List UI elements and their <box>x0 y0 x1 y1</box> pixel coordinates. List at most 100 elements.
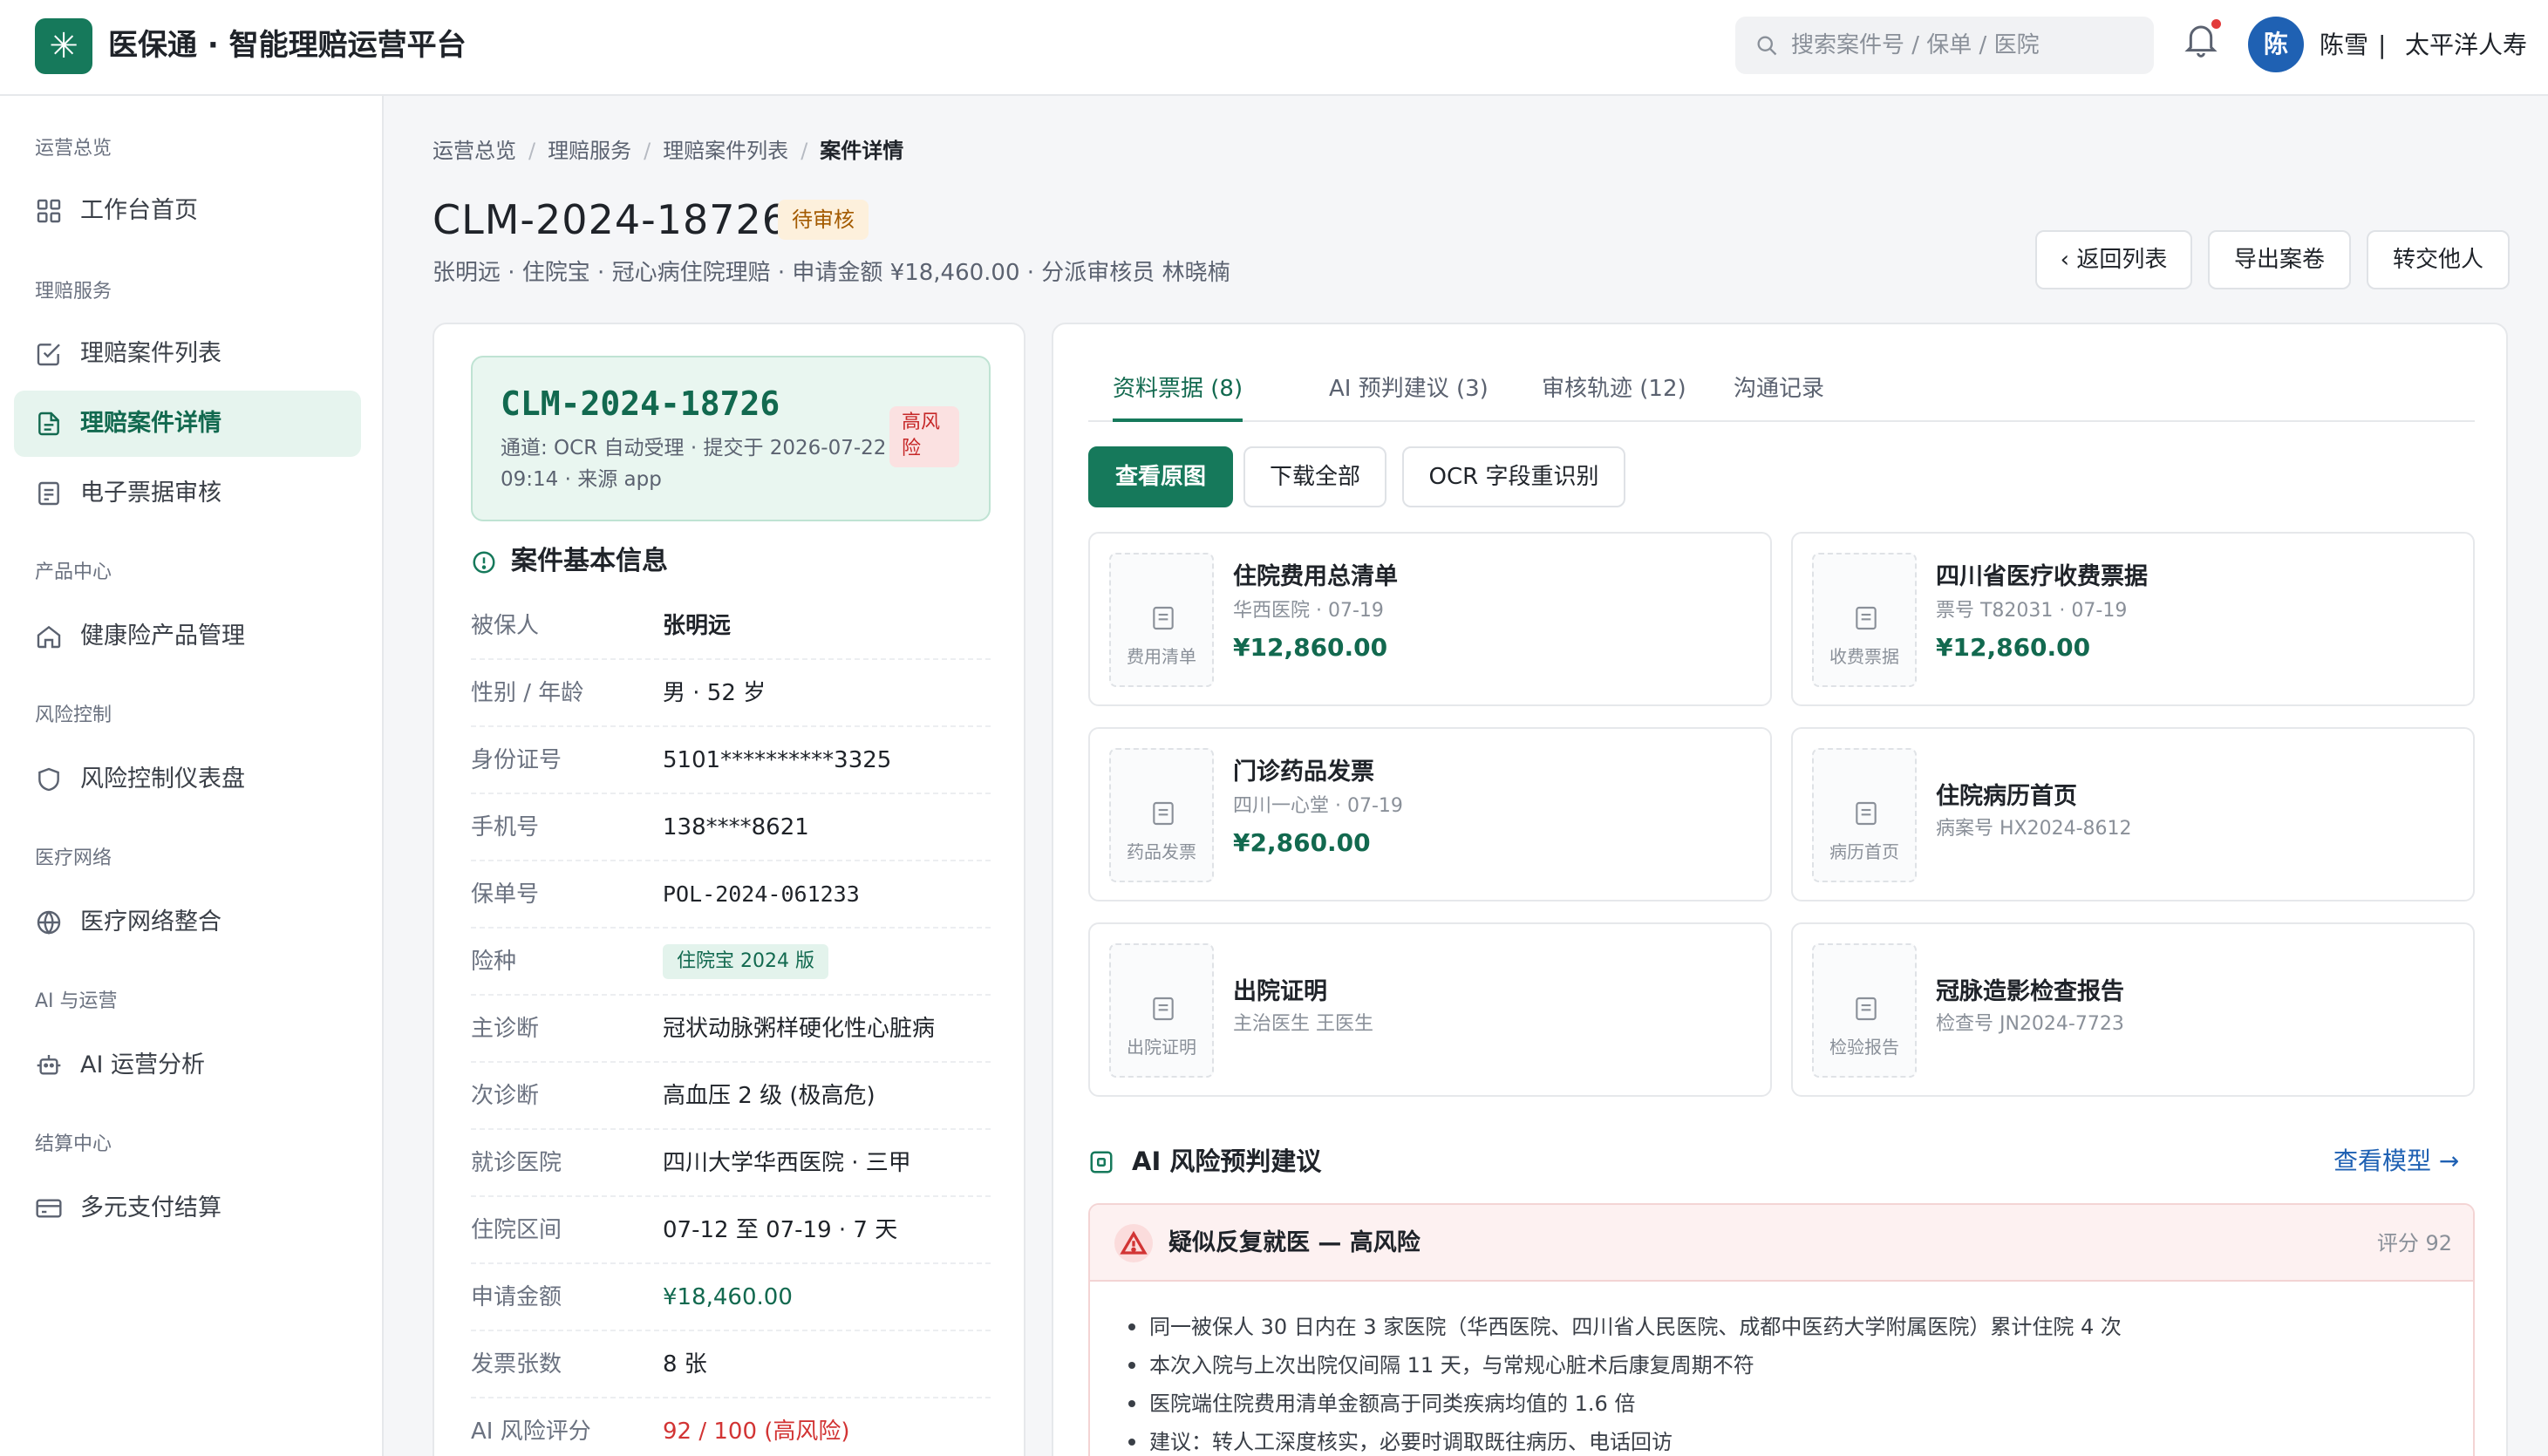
sidebar: 运营总览 工作台首页 理赔服务 理赔案件列表 理赔案件详情 电子票据审核 产品中… <box>0 96 384 1456</box>
sidebar-item-label: 工作台首页 <box>80 197 198 224</box>
info-row-gender-age: 性别 / 年龄 男 · 52 岁 <box>471 660 991 727</box>
ai-section-title: AI 风险预判建议 <box>1132 1146 1322 1176</box>
document-meta: 四川一心堂 · 07-19 <box>1233 795 1403 817</box>
breadcrumb-item[interactable]: 运营总览 <box>433 139 516 163</box>
finding-item: 医院端住院费用清单金额高于同类疾病均值的 1.6 倍 <box>1125 1385 2450 1423</box>
avatar[interactable]: 陈 <box>2248 17 2304 72</box>
checklist-icon <box>37 344 60 366</box>
breadcrumb-item[interactable]: 理赔服务 <box>548 139 631 163</box>
ai-risk-alert: 疑似反复就医 — 高风险 评分 92 同一被保人 30 日内在 3 家医院（华西… <box>1088 1203 2475 1456</box>
search-input[interactable] <box>1791 17 2140 74</box>
breadcrumb: 运营总览 / 理赔服务 / 理赔案件列表 / 案件详情 <box>433 136 903 166</box>
info-value: ¥18,460.00 <box>663 1284 793 1310</box>
document-card[interactable]: 费用清单 住院费用总清单 华西医院 · 07-19 ¥12,860.00 <box>1088 532 1772 706</box>
sidebar-item-payment-settlement[interactable]: 多元支付结算 <box>14 1175 361 1242</box>
sidebar-item-ai-analytics[interactable]: AI 运营分析 <box>14 1032 361 1099</box>
case-summary-box: CLM-2024-18726 通道: OCR 自动受理 · 提交于 2026-0… <box>471 356 991 521</box>
view-original-button[interactable]: 查看原图 <box>1088 446 1233 507</box>
document-card[interactable]: 出院证明 出院证明 主治医生 王医生 <box>1088 922 1772 1097</box>
document-title: 出院证明 <box>1233 978 1327 1005</box>
breadcrumb-separator: / <box>644 139 651 163</box>
info-key: 保单号 <box>471 881 540 908</box>
document-title: 冠脉造影检查报告 <box>1936 978 2124 1005</box>
breadcrumb-item[interactable]: 理赔案件列表 <box>663 139 788 163</box>
user-separator: | <box>2378 31 2387 59</box>
sidebar-group-title: 运营总览 <box>35 138 112 160</box>
document-meta: 主治医生 王医生 <box>1233 1013 1373 1035</box>
info-key: 就诊医院 <box>471 1150 562 1176</box>
thumbnail-label: 病历首页 <box>1829 841 1899 862</box>
tab-documents[interactable]: 资料票据 (8) <box>1113 371 1243 422</box>
document-title: 住院病历首页 <box>1936 783 2077 810</box>
info-key: 申请金额 <box>471 1284 562 1310</box>
info-value: 张明远 <box>663 613 732 639</box>
warning-icon <box>1114 1224 1153 1262</box>
info-key: 次诊断 <box>471 1083 540 1109</box>
document-amount: ¥12,860.00 <box>1936 633 2091 662</box>
breadcrumb-separator: / <box>528 139 536 163</box>
document-meta: 病案号 HX2024-8612 <box>1936 818 2132 840</box>
info-value: 高血压 2 级 (极高危) <box>663 1083 875 1109</box>
sidebar-group-title: 产品中心 <box>35 561 112 583</box>
ocr-reidentify-button[interactable]: OCR 字段重识别 <box>1402 446 1625 507</box>
info-key: 性别 / 年龄 <box>471 680 584 706</box>
info-row-invoice-count: 发票张数 8 张 <box>471 1331 991 1398</box>
tab-audit-trail[interactable]: 审核轨迹 (12) <box>1542 371 1686 422</box>
thumbnail-label: 检验报告 <box>1829 1037 1899 1058</box>
info-icon <box>473 551 495 574</box>
sidebar-item-label: 理赔案件列表 <box>80 340 221 367</box>
user-organization: 太平洋人寿 <box>2405 31 2528 59</box>
app-title: 医保通 · 智能理赔运营平台 <box>108 28 467 63</box>
info-row-phone: 手机号 138****8621 <box>471 794 991 861</box>
export-case-button[interactable]: 导出案卷 <box>2208 230 2351 289</box>
status-badge: 待审核 <box>778 200 869 240</box>
tab-communication[interactable]: 沟通记录 <box>1734 371 1824 422</box>
document-thumbnail: 收费票据 <box>1812 553 1917 687</box>
document-meta: 票号 T82031 · 07-19 <box>1936 600 2128 622</box>
user-name[interactable]: 陈雪 <box>2320 28 2368 63</box>
sidebar-item-invoice-review[interactable]: 电子票据审核 <box>14 460 361 527</box>
info-key: 手机号 <box>471 814 540 840</box>
download-all-button[interactable]: 下载全部 <box>1243 446 1386 507</box>
thumbnail-label: 出院证明 <box>1127 1037 1196 1058</box>
transfer-button[interactable]: 转交他人 <box>2367 230 2510 289</box>
sidebar-item-label: 医疗网络整合 <box>80 908 221 936</box>
tab-ai-suggestions[interactable]: AI 预判建议 (3) <box>1329 371 1489 422</box>
info-value: 07-12 至 07-19 · 7 天 <box>663 1217 898 1243</box>
app-logo-icon: ✳ <box>35 18 92 74</box>
document-card[interactable]: 收费票据 四川省医疗收费票据 票号 T82031 · 07-19 ¥12,860… <box>1791 532 2475 706</box>
info-value: 冠状动脉粥样硬化性心脏病 <box>663 1016 936 1042</box>
thumbnail-label: 费用清单 <box>1127 646 1196 667</box>
document-card[interactable]: 药品发票 门诊药品发票 四川一心堂 · 07-19 ¥2,860.00 <box>1088 727 1772 901</box>
sidebar-item-label: 电子票据审核 <box>80 480 221 507</box>
global-search[interactable] <box>1735 17 2154 74</box>
info-value: 四川大学华西医院 · 三甲 <box>663 1150 911 1176</box>
document-title: 四川省医疗收费票据 <box>1936 563 2148 590</box>
sidebar-item-product-management[interactable]: 健康险产品管理 <box>14 603 361 670</box>
sidebar-item-medical-network[interactable]: 医疗网络整合 <box>14 889 361 956</box>
sidebar-item-claim-list[interactable]: 理赔案件列表 <box>14 321 361 387</box>
breadcrumb-separator: / <box>801 139 808 163</box>
document-card[interactable]: 检验报告 冠脉造影检查报告 检查号 JN2024-7723 <box>1791 922 2475 1097</box>
info-key: 险种 <box>471 949 517 975</box>
sidebar-group-title: 医疗网络 <box>35 847 112 869</box>
info-value: 8 张 <box>663 1351 707 1378</box>
sidebar-item-risk-dashboard[interactable]: 风险控制仪表盘 <box>14 746 361 813</box>
top-bar: ✳ 医保通 · 智能理赔运营平台 陈 陈雪 | 太平洋人寿 <box>0 0 2548 96</box>
thumbnail-label: 药品发票 <box>1127 841 1196 862</box>
info-row-product: 险种 住院宝 2024 版 <box>471 929 991 996</box>
sidebar-item-dashboard[interactable]: 工作台首页 <box>14 178 361 244</box>
document-card[interactable]: 病历首页 住院病历首页 病案号 HX2024-8612 <box>1791 727 2475 901</box>
sidebar-item-claim-detail[interactable]: 理赔案件详情 <box>14 391 361 457</box>
thumbnail-label: 收费票据 <box>1829 646 1899 667</box>
info-value: POL-2024-061233 <box>663 881 860 907</box>
back-to-list-button[interactable]: ‹ 返回列表 <box>2035 230 2192 289</box>
product-tag: 住院宝 2024 版 <box>663 944 828 979</box>
info-row-id-number: 身份证号 5101**********3325 <box>471 727 991 794</box>
sidebar-item-label: AI 运营分析 <box>80 1051 206 1078</box>
view-model-link[interactable]: 查看模型 → <box>2333 1144 2459 1179</box>
finding-item: 同一被保人 30 日内在 3 家医院（华西医院、四川省人民医院、成都中医药大学附… <box>1125 1308 2450 1346</box>
info-key: AI 风险评分 <box>471 1419 591 1445</box>
alert-score: 评分 92 <box>2376 1231 2452 1255</box>
info-row-policy-number: 保单号 POL-2024-061233 <box>471 861 991 929</box>
